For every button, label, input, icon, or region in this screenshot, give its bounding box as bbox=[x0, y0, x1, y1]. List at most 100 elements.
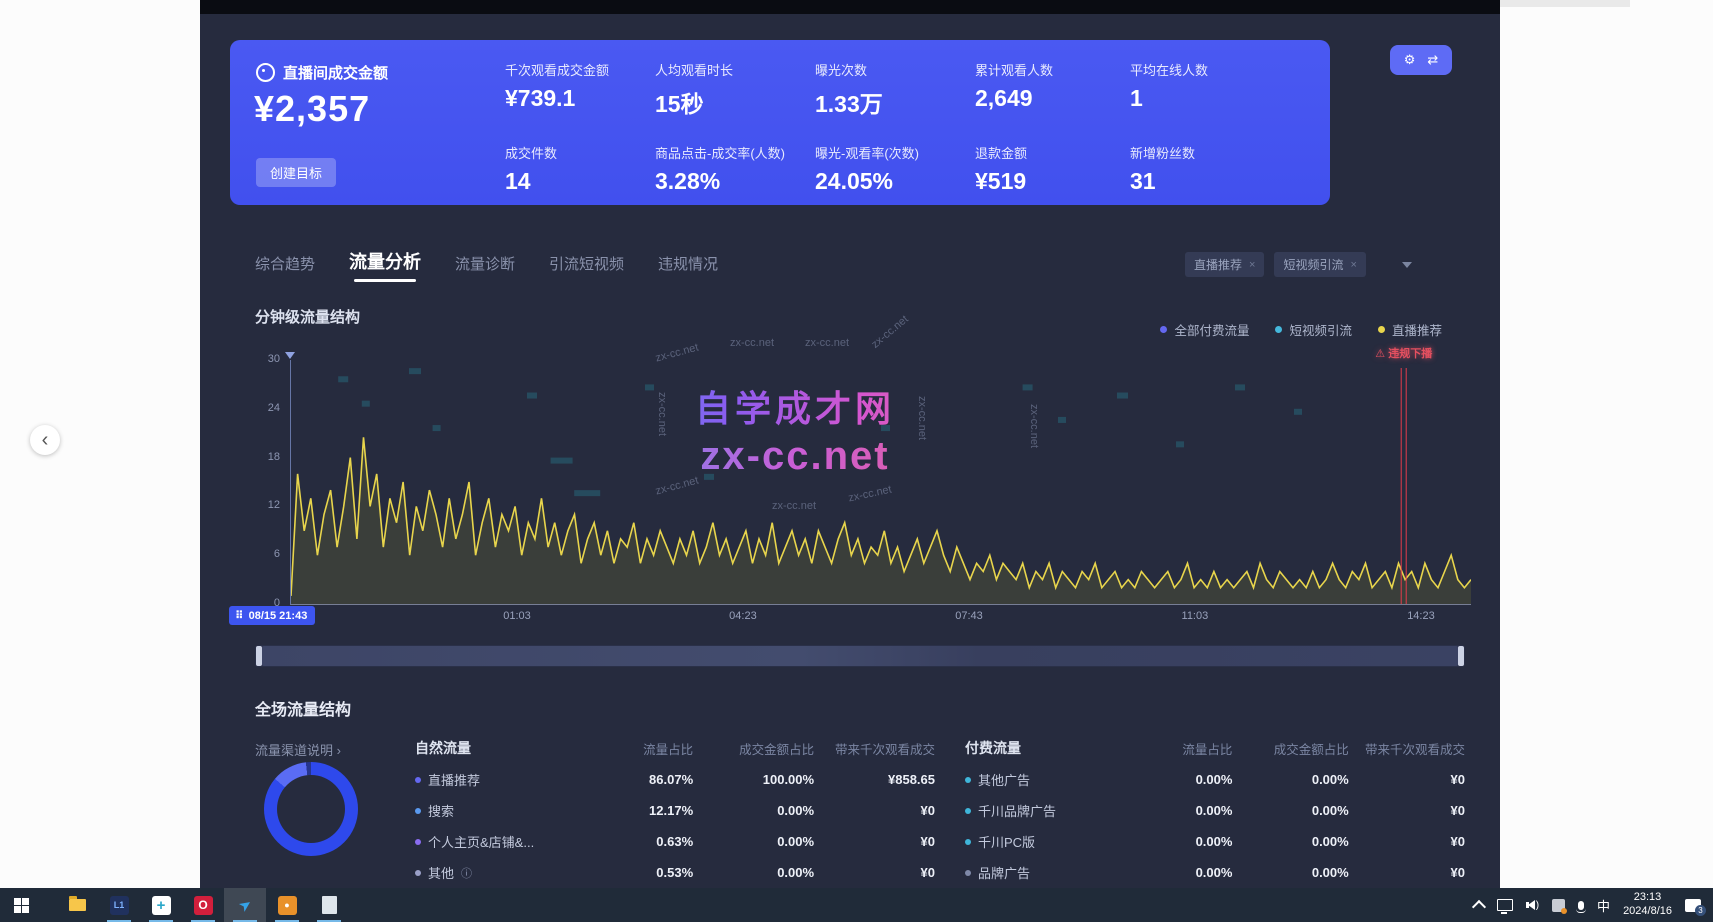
channel-value: ¥0 bbox=[1349, 865, 1465, 880]
tab-引流短视频[interactable]: 引流短视频 bbox=[549, 253, 624, 282]
legend-dot bbox=[1160, 326, 1167, 333]
channel-label: 千川品牌广告 bbox=[978, 801, 1056, 820]
network-icon[interactable] bbox=[1497, 899, 1513, 911]
kpi-metric: 曝光-观看率(次数)24.05% bbox=[815, 143, 975, 195]
channel-label: 搜索 bbox=[428, 801, 454, 820]
channel-explain-link[interactable]: 流量渠道说明 › bbox=[255, 740, 341, 759]
table-column-header: 流量占比 bbox=[1116, 739, 1232, 758]
y-tick-label: 6 bbox=[252, 548, 280, 560]
kpi-metric-value: 1.33万 bbox=[815, 85, 975, 119]
taskbar-app-pointer[interactable]: ➤ bbox=[224, 888, 266, 922]
legend-item[interactable]: 短视频引流 bbox=[1275, 320, 1352, 339]
kpi-metric: 千次观看成交金额 ¥739.1 bbox=[505, 60, 655, 119]
traffic-filter-chips: 直播推荐× 短视频引流 × bbox=[1185, 252, 1412, 277]
x-tick-label: 01:03 bbox=[503, 610, 531, 622]
taskbar-app-plus[interactable]: + bbox=[140, 888, 182, 922]
input-language-indicator[interactable]: 中 bbox=[1597, 896, 1610, 915]
channel-label: 其他广告 bbox=[978, 770, 1030, 789]
table-group-title: 自然流量 bbox=[415, 738, 572, 758]
y-tick-label: 30 bbox=[252, 353, 280, 365]
channel-value: 0.00% bbox=[693, 834, 814, 849]
windows-logo-icon bbox=[14, 898, 29, 913]
gear-icon[interactable]: ⚙ bbox=[1404, 52, 1416, 68]
channel-value: ¥0 bbox=[1349, 803, 1465, 818]
desktop: ‹ 直播间成交金额 ¥2,357 创建目标 千次观看成交金额¥739.1人均观看… bbox=[0, 0, 1713, 922]
filter-chip-label: 短视频引流 bbox=[1283, 256, 1343, 273]
chart-canvas bbox=[291, 360, 1471, 604]
taskbar-app-o[interactable]: O bbox=[182, 888, 224, 922]
channel-value: 12.17% bbox=[572, 803, 693, 818]
kpi-metric-value: 1 bbox=[1130, 85, 1300, 112]
clock[interactable]: 23:13 2024/8/16 bbox=[1623, 891, 1672, 919]
channel-value: 0.63% bbox=[572, 834, 693, 849]
channel-dot bbox=[415, 808, 421, 814]
legend-item[interactable]: 直播推荐 bbox=[1378, 320, 1442, 339]
kpi-metric-value: ¥739.1 bbox=[505, 85, 655, 112]
notification-center-icon[interactable]: 3 bbox=[1685, 899, 1701, 912]
channel-value: 0.00% bbox=[1116, 803, 1232, 818]
tray-expand-icon[interactable] bbox=[1472, 900, 1486, 914]
remove-chip-icon[interactable]: × bbox=[1249, 259, 1255, 271]
datazoom-window[interactable] bbox=[262, 646, 1458, 666]
previous-button[interactable]: ‹ bbox=[30, 425, 60, 455]
tab-违规情况[interactable]: 违规情况 bbox=[658, 253, 718, 282]
datazoom-left-handle[interactable] bbox=[256, 646, 262, 666]
taskbar-notepad[interactable] bbox=[308, 888, 350, 922]
windows-taskbar: L1 +O➤ ● ) 中 23:13 2024/8/16 3 bbox=[0, 888, 1713, 922]
tab-流量诊断[interactable]: 流量诊断 bbox=[455, 253, 515, 282]
table-column-header: 带来千次观看成交 bbox=[814, 739, 935, 758]
channel-dot bbox=[415, 839, 421, 845]
table-column-header: 成交金额占比 bbox=[1232, 739, 1348, 758]
taskbar-app-l1[interactable]: L1 bbox=[98, 888, 140, 922]
chevron-down-icon[interactable] bbox=[1402, 262, 1412, 268]
table-row: 品牌广告0.00%0.00%¥0 bbox=[965, 863, 1465, 882]
volume-icon[interactable]: ) bbox=[1526, 900, 1539, 911]
taskbar-app-cam[interactable]: ● bbox=[266, 888, 308, 922]
chart-title: 分钟级流量结构 bbox=[255, 306, 360, 327]
tray-app-icon[interactable] bbox=[1552, 899, 1565, 912]
channel-value: 0.53% bbox=[572, 865, 693, 880]
watermark-small: zx-cc.net bbox=[916, 396, 928, 440]
datazoom-right-handle[interactable] bbox=[1458, 646, 1464, 666]
kpi-metric: 新增粉丝数31 bbox=[1130, 143, 1300, 195]
camera-app-icon: ● bbox=[278, 896, 297, 915]
taskbar-explorer[interactable] bbox=[56, 888, 98, 922]
channel-value: 0.00% bbox=[1116, 772, 1232, 787]
table-row: 其他ⓘ0.53%0.00%¥0 bbox=[415, 863, 935, 882]
channel-value: 0.00% bbox=[1232, 803, 1348, 818]
start-button[interactable] bbox=[0, 888, 42, 922]
kpi-metric-value: 15秒 bbox=[655, 85, 815, 119]
tab-流量分析[interactable]: 流量分析 bbox=[349, 248, 421, 282]
table-row: 直播推荐86.07%100.00%¥858.65 bbox=[415, 770, 935, 789]
remove-chip-icon[interactable]: × bbox=[1350, 259, 1356, 271]
swap-icon[interactable]: ⇄ bbox=[1427, 52, 1438, 68]
channel-value: ¥858.65 bbox=[814, 772, 935, 787]
filter-chip[interactable]: 直播推荐× bbox=[1185, 252, 1264, 277]
channel-value: 0.00% bbox=[693, 865, 814, 880]
channel-dot bbox=[965, 808, 971, 814]
kpi-metric-label: 千次观看成交金额 bbox=[505, 60, 655, 79]
channel-dot bbox=[965, 839, 971, 845]
kpi-metric-label: 退款金额 bbox=[975, 143, 1130, 162]
channel-value: 0.00% bbox=[1232, 834, 1348, 849]
legend-item[interactable]: 全部付费流量 bbox=[1160, 320, 1249, 339]
y-tick-label: 12 bbox=[252, 499, 280, 511]
x-axis-start-label[interactable]: ⠿ 08/15 21:43 bbox=[229, 606, 315, 625]
table-group-title: 付费流量 bbox=[965, 738, 1116, 758]
chart-datazoom-bar[interactable] bbox=[255, 645, 1465, 667]
traffic-line-chart[interactable]: ⚠ 违规下播 ⠿ 08/15 21:43 01:0304:2307:4311:0… bbox=[290, 360, 1471, 605]
microphone-icon[interactable] bbox=[1578, 901, 1584, 910]
kpi-metric-value: 24.05% bbox=[815, 168, 975, 195]
watermark-small: zx-cc.net bbox=[869, 313, 910, 350]
kpi-metric-label: 人均观看时长 bbox=[655, 60, 815, 79]
create-goal-button[interactable]: 创建目标 bbox=[256, 158, 336, 187]
filter-chip[interactable]: 短视频引流 × bbox=[1274, 252, 1365, 277]
channel-value: 0.00% bbox=[1232, 772, 1348, 787]
primary-metric-label: 直播间成交金额 bbox=[283, 62, 388, 83]
legend-label: 直播推荐 bbox=[1392, 320, 1442, 339]
kpi-metric: 曝光次数1.33万 bbox=[815, 60, 975, 119]
tab-综合趋势[interactable]: 综合趋势 bbox=[255, 253, 315, 282]
chevron-left-icon: ‹ bbox=[42, 430, 49, 450]
app-l1-icon: L1 bbox=[110, 896, 129, 915]
info-icon[interactable]: ⓘ bbox=[461, 865, 472, 881]
